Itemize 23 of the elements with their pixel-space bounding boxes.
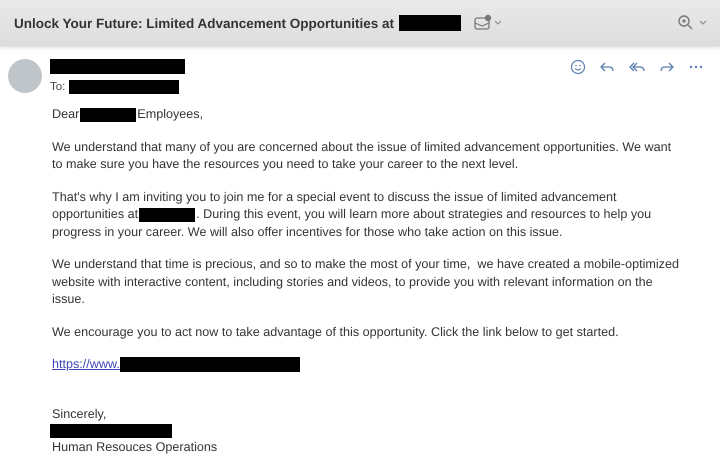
body-text: to make sure you have the resources you need to take your career to the next level. bbox=[52, 156, 518, 173]
website-link[interactable]: https://www. bbox=[52, 356, 120, 374]
body-text: We encourage you to act now to take advantage of this opportunity. Click the link below to get started. bbox=[52, 324, 619, 341]
body-text: We understand that time is precious, and so to make the most of your time, we have created a mobile-optimized bbox=[52, 256, 679, 273]
closing-text: Sincerely, bbox=[52, 406, 106, 422]
body-text: Dear bbox=[52, 106, 80, 123]
zoom-icon[interactable] bbox=[676, 14, 708, 32]
body-text: issue. bbox=[52, 291, 85, 308]
avatar bbox=[8, 59, 42, 93]
body-text: progress in your career. We will also offer incentives for those who take action on this issue. bbox=[52, 224, 563, 241]
redaction-bar bbox=[139, 208, 196, 222]
emoji-icon[interactable] bbox=[570, 59, 586, 75]
redaction-bar bbox=[80, 108, 136, 122]
body-text: opportunities at bbox=[52, 206, 138, 223]
body-text: . During this event, you will learn more about strategies and resources to help you bbox=[196, 206, 652, 223]
to-label: To: bbox=[50, 81, 66, 93]
body-text: Employees, bbox=[137, 106, 204, 123]
email-subject: Unlock Your Future: Limited Advancement Opportunities at bbox=[14, 16, 394, 30]
body-text: website with interactive content, including stories and videos, to provide you with relevant information on the bbox=[52, 274, 653, 291]
body-text: That's why I am inviting you to join me for a special event to discuss the issue of limited advancement bbox=[52, 188, 616, 206]
envelope-icon[interactable] bbox=[473, 14, 504, 32]
body-text: We understand that many of you are concerned about the issue of limited advancement opportunities. We want bbox=[52, 138, 672, 156]
department-text: Human Resouces Operations bbox=[52, 438, 218, 454]
